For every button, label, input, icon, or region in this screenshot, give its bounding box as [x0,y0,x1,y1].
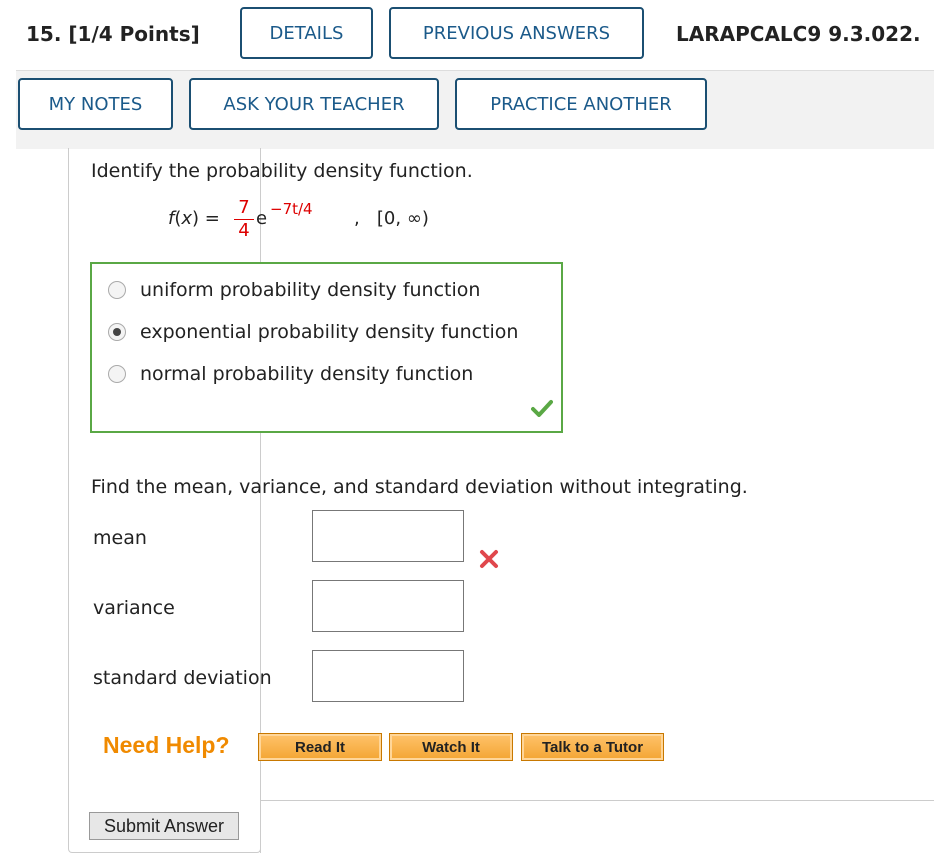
formula-numerator: 7 [238,197,250,218]
previous-answers-button[interactable]: PREVIOUS ANSWERS [389,7,644,59]
choice-group: uniform probability density function exp… [90,262,563,433]
formula-fraction: 7 4 [232,198,256,241]
watch-it-button[interactable]: Watch It [389,733,513,761]
radio-button-selected[interactable] [108,323,126,341]
choice-label: normal probability density function [140,363,474,385]
talk-to-tutor-button[interactable]: Talk to a Tutor [521,733,664,761]
details-button[interactable]: DETAILS [240,7,373,59]
question-header: 15. [1/4 Points] DETAILS PREVIOUS ANSWER… [0,0,934,149]
incorrect-icon [478,548,500,574]
question-prompt: Identify the probability density functio… [91,160,473,182]
need-help-title: Need Help? [103,732,230,758]
practice-another-button[interactable]: PRACTICE ANOTHER [455,78,707,130]
mean-label: mean [93,527,147,549]
check-icon [531,399,553,421]
formula-base: e [256,208,268,229]
std-dev-input[interactable] [312,650,464,702]
choice-label: uniform probability density function [140,279,481,301]
formula-lhs: f(x) = [168,208,220,229]
variance-input[interactable] [312,580,464,632]
formula-denominator: 4 [238,220,250,241]
choice-exponential[interactable]: exponential probability density function [108,320,518,344]
divider [260,800,934,801]
radio-button[interactable] [108,365,126,383]
std-dev-label: standard deviation [93,667,272,689]
choice-uniform[interactable]: uniform probability density function [108,278,480,302]
mean-input[interactable] [312,510,464,562]
divider-vertical [260,800,261,853]
ask-teacher-button[interactable]: ASK YOUR TEACHER [189,78,439,130]
choice-label: exponential probability density function [140,321,519,343]
choice-normal[interactable]: normal probability density function [108,362,473,386]
formula-exponent: −7t/4 [270,200,313,218]
variance-label: variance [93,597,175,619]
formula-interval: , [0, ∞) [354,208,429,229]
question-title: 15. [1/4 Points] [26,22,200,46]
read-it-button[interactable]: Read It [258,733,382,761]
problem-reference: LARAPCALC9 9.3.022. [676,22,921,46]
radio-button[interactable] [108,281,126,299]
part2-prompt: Find the mean, variance, and standard de… [91,476,748,498]
my-notes-button[interactable]: MY NOTES [18,78,173,130]
submit-answer-button[interactable]: Submit Answer [89,812,239,840]
